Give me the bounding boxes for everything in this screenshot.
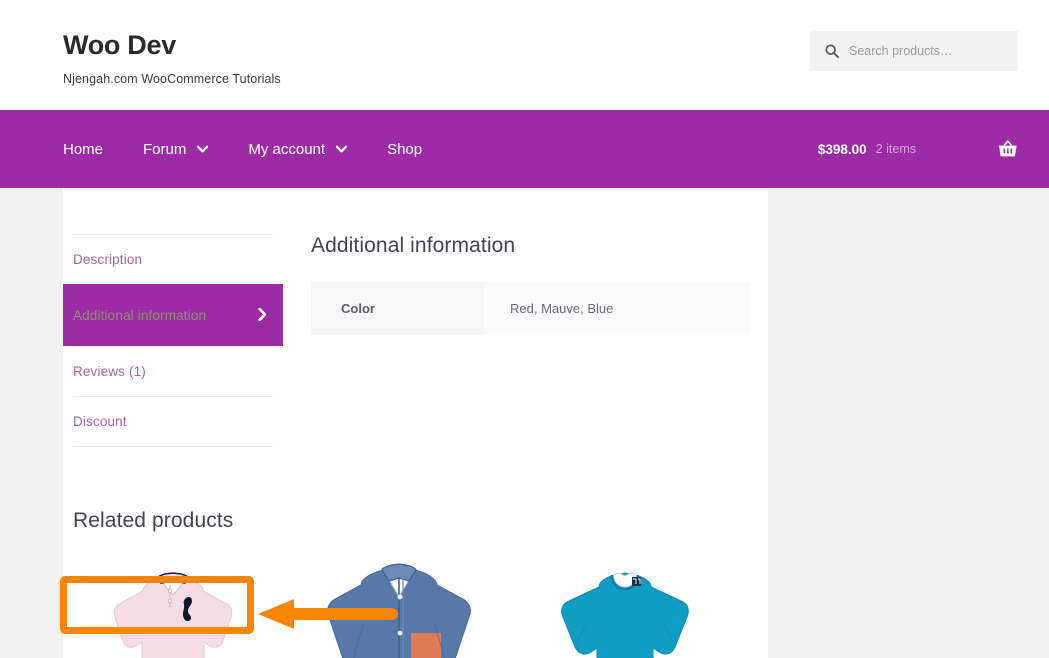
product-tabs-column: Description Additional information Revie… bbox=[63, 234, 283, 447]
tab-additional-information[interactable]: Additional information bbox=[63, 284, 283, 346]
related-products-title: Related products bbox=[73, 509, 234, 532]
nav-item-label: Shop bbox=[387, 140, 423, 158]
nav-menu: Home Forum My account Shop bbox=[63, 141, 422, 158]
blue-denim-shirt-image bbox=[299, 555, 499, 658]
site-branding[interactable]: Woo Dev Njengah.com WooCommerce Tutorial… bbox=[63, 30, 281, 86]
cart-summary[interactable]: $398.00 2 items bbox=[818, 140, 1018, 158]
search-input[interactable] bbox=[849, 44, 1009, 58]
tab-panel-additional-information: Additional information Color Red, Mauve,… bbox=[273, 234, 773, 447]
related-product-pink-polo-shirt[interactable] bbox=[73, 555, 273, 658]
shopping-basket-icon[interactable] bbox=[998, 140, 1018, 158]
nav-item-forum[interactable]: Forum bbox=[143, 140, 209, 158]
tab-label: Discount bbox=[73, 414, 127, 429]
related-products-section: Related products bbox=[63, 509, 768, 658]
nav-item-home[interactable]: Home bbox=[63, 141, 103, 158]
related-products-grid bbox=[73, 555, 768, 658]
attribute-name: Color bbox=[311, 282, 484, 335]
nav-item-my-account[interactable]: My account bbox=[248, 140, 348, 158]
cart-total-amount: $398.00 bbox=[817, 141, 867, 157]
nav-item-label: My account bbox=[248, 140, 326, 158]
content-container: Description Additional information Revie… bbox=[63, 188, 768, 658]
tab-discount[interactable]: Discount bbox=[73, 396, 273, 447]
teal-tshirt-image bbox=[525, 555, 725, 658]
attribute-value: Red, Mauve, Blue bbox=[484, 282, 751, 335]
related-product-teal-tshirt[interactable] bbox=[525, 555, 725, 658]
chevron-down-icon[interactable] bbox=[197, 145, 209, 153]
product-attributes-table: Color Red, Mauve, Blue bbox=[311, 282, 751, 335]
site-title[interactable]: Woo Dev bbox=[63, 30, 281, 61]
search-icon bbox=[825, 44, 839, 58]
product-tab-list: Description Additional information Revie… bbox=[63, 234, 283, 447]
nav-item-shop[interactable]: Shop bbox=[387, 141, 422, 158]
chevron-right-icon bbox=[258, 307, 267, 324]
primary-navigation: Home Forum My account Shop $398.00 2 ite… bbox=[0, 110, 1049, 188]
nav-item-label: Home bbox=[63, 140, 104, 158]
chevron-down-icon[interactable] bbox=[336, 145, 348, 153]
tab-label: Description bbox=[73, 252, 143, 267]
tab-label: Reviews (1) bbox=[73, 364, 146, 379]
related-product-blue-denim-shirt[interactable] bbox=[299, 555, 499, 658]
panel-title: Additional information bbox=[311, 234, 516, 257]
page-body: Description Additional information Revie… bbox=[0, 188, 1049, 658]
nav-item-label: Forum bbox=[143, 140, 187, 158]
tab-description[interactable]: Description bbox=[73, 234, 273, 284]
product-search-box[interactable] bbox=[810, 31, 1018, 71]
cart-item-count: 2 items bbox=[875, 142, 916, 156]
tab-label: Additional information bbox=[73, 308, 207, 323]
tab-reviews[interactable]: Reviews (1) bbox=[73, 346, 273, 396]
site-tagline: Njengah.com WooCommerce Tutorials bbox=[63, 71, 281, 86]
table-row: Color Red, Mauve, Blue bbox=[311, 282, 751, 335]
product-tabs-layout: Description Additional information Revie… bbox=[63, 188, 768, 447]
pink-polo-shirt-image bbox=[73, 555, 273, 658]
site-header: Woo Dev Njengah.com WooCommerce Tutorial… bbox=[0, 0, 1049, 110]
